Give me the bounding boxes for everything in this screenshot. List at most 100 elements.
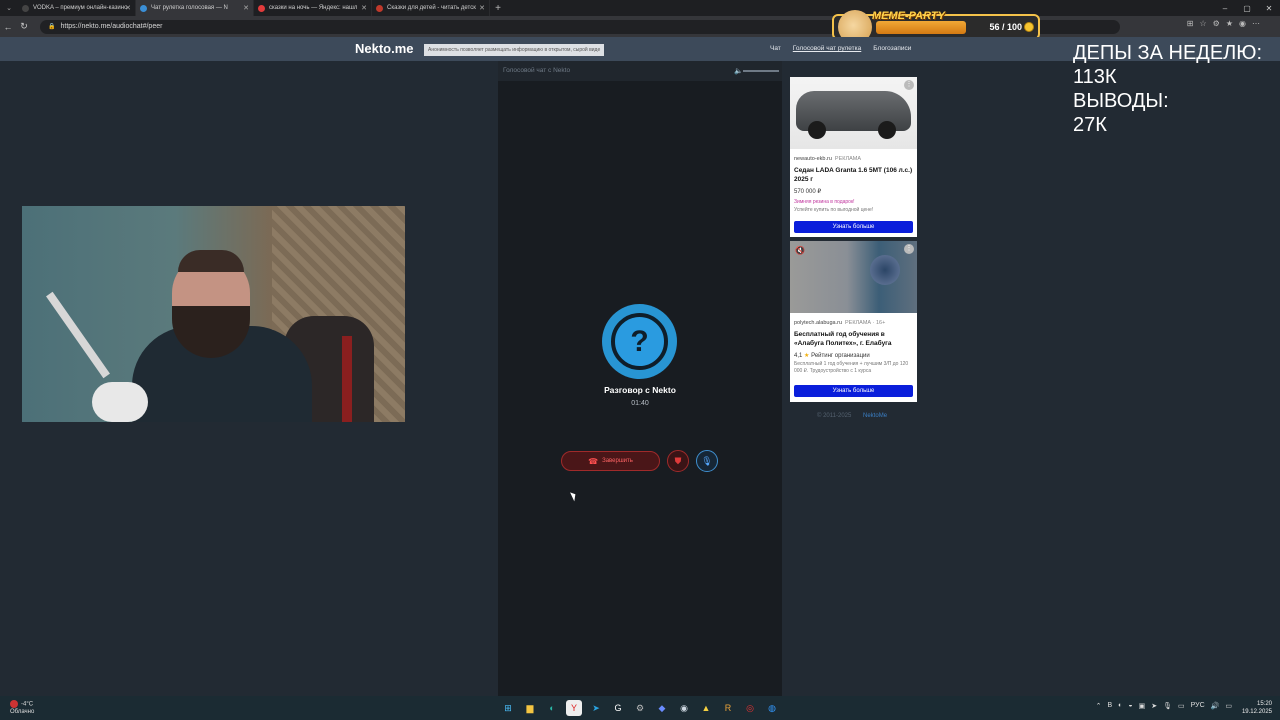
rating-label: Рейтинг организации bbox=[811, 353, 870, 359]
tab-search-icon[interactable]: ⌄ bbox=[0, 4, 18, 12]
favorites-icon[interactable]: ★ bbox=[1226, 19, 1233, 28]
tray-chevron-icon[interactable]: ⌃ bbox=[1096, 702, 1102, 710]
minimize-button[interactable]: – bbox=[1214, 0, 1236, 16]
webcam-person-hair bbox=[178, 250, 244, 272]
tray-app-icon[interactable]: ▣ bbox=[1139, 702, 1146, 710]
more-options-icon[interactable]: ⋮ bbox=[904, 244, 914, 254]
bookmark-star-icon[interactable]: ☆ bbox=[1200, 19, 1207, 28]
toolbar-icons: ⊞ ☆ ⚙ ★ ◉ ⋯ bbox=[1187, 19, 1260, 28]
app-yellow-icon[interactable]: ▲ bbox=[698, 700, 714, 716]
tab-label: Чат рулетка голосовая — N bbox=[151, 5, 228, 11]
speaker-icon[interactable]: 🔊 bbox=[1211, 702, 1220, 710]
tray-app-icon[interactable]: ➤ bbox=[1151, 702, 1157, 710]
display-icon[interactable]: ▭ bbox=[1225, 702, 1232, 710]
start-icon[interactable]: ⊞ bbox=[500, 700, 516, 716]
tray-app-icon[interactable]: ◒ bbox=[1128, 702, 1132, 710]
app-r-icon[interactable]: R bbox=[720, 700, 736, 716]
more-options-icon[interactable]: ⋮ bbox=[904, 80, 914, 90]
tab-nekto[interactable]: Чат рулетка голосовая — N ✕ bbox=[136, 0, 254, 16]
menu-item-chat[interactable]: Чат bbox=[770, 45, 781, 52]
weather-widget[interactable]: -4°C Облачно bbox=[10, 700, 34, 716]
close-icon[interactable]: ✕ bbox=[479, 4, 485, 12]
windows-taskbar: -4°C Облачно ⊞ ▆ ◐ Y ➤ G ⚙ ◆ ◉ ▲ R ◎ ◍ ⌃… bbox=[0, 696, 1280, 720]
close-icon[interactable]: ✕ bbox=[361, 4, 367, 12]
footer-link[interactable]: NektoMe bbox=[863, 413, 887, 419]
close-window-button[interactable]: ✕ bbox=[1258, 0, 1280, 16]
microphone-button[interactable]: 🎙 bbox=[696, 450, 718, 472]
voice-chat-title: Голосовой чат с Nekto bbox=[503, 67, 571, 74]
weather-temp: -4°C bbox=[21, 701, 34, 708]
meme-progress-bar bbox=[876, 21, 966, 34]
profile-icon[interactable]: ◉ bbox=[1239, 19, 1246, 28]
tray-app-icon[interactable]: B bbox=[1107, 702, 1112, 710]
ad-headline[interactable]: Седан LADA Granta 1.6 5MT (106 л.с.) 202… bbox=[794, 166, 913, 184]
settings-icon[interactable]: ⚙ bbox=[632, 700, 648, 716]
url-text: https://nekto.me/audiochat#/peer bbox=[60, 23, 163, 30]
menu-item-blog[interactable]: Блогозаписи bbox=[873, 45, 911, 52]
ad-subtext: Успейте купить по выгодной цене! bbox=[794, 207, 874, 213]
lock-icon: 🔒 bbox=[48, 24, 56, 30]
rating-value: 4,1 bbox=[794, 353, 803, 359]
deposits-label: ДЕПЫ ЗА НЕДЕЛЮ: bbox=[1073, 42, 1263, 64]
reload-icon[interactable]: ↻ bbox=[16, 21, 32, 32]
menu-item-voice-roulette[interactable]: Голосовой чат рулетка bbox=[793, 45, 861, 52]
tab-yandex[interactable]: сказки на ночь — Яндекс: нашл ✕ bbox=[254, 0, 372, 16]
yandex-browser-icon[interactable]: Y bbox=[566, 700, 582, 716]
taskbar-clock[interactable]: 15:20 19.12.2025 bbox=[1242, 700, 1272, 716]
edge-icon[interactable]: ◐ bbox=[544, 700, 560, 716]
report-shield-button[interactable]: ⛊ bbox=[667, 450, 689, 472]
withdrawals-label: ВЫВОДЫ: bbox=[1073, 90, 1169, 112]
ad-domain: polytech.alabuga.ru bbox=[794, 320, 843, 326]
app-red-icon[interactable]: ◎ bbox=[742, 700, 758, 716]
steam-icon[interactable]: ◉ bbox=[676, 700, 692, 716]
star-icon: ★ bbox=[804, 353, 810, 359]
tab-vodka[interactable]: VODKA – премиум онлайн-казино ✕ bbox=[18, 0, 136, 16]
close-icon[interactable]: ✕ bbox=[243, 4, 249, 12]
tab-favicon bbox=[258, 4, 265, 12]
voice-chat-panel: Голосовой чат с Nekto 🔈 ? Разговор с Nek… bbox=[498, 61, 782, 696]
new-tab-button[interactable]: + bbox=[490, 3, 506, 14]
ad-cta-button[interactable]: Узнать больше bbox=[794, 385, 913, 397]
browser-tab-strip: ⌄ VODKA – премиум онлайн-казино ✕ Чат ру… bbox=[0, 0, 1280, 16]
volume-icon[interactable]: 🔈 bbox=[734, 67, 743, 75]
clock-date: 19.12.2025 bbox=[1241, 709, 1272, 715]
meme-party-count: 56 / 100 bbox=[989, 22, 1022, 32]
input-language[interactable]: РУС bbox=[1191, 702, 1205, 710]
ad-card-polytech[interactable]: 🔇 ⋮ polytech.alabuga.ru РЕКЛАМА · 16+ Бе… bbox=[790, 241, 917, 402]
mute-icon[interactable]: 🔇 bbox=[795, 246, 805, 255]
taskbar-apps: ⊞ ▆ ◐ Y ➤ G ⚙ ◆ ◉ ▲ R ◎ ◍ bbox=[500, 700, 780, 716]
maximize-button[interactable]: ▢ bbox=[1236, 0, 1258, 16]
ad-card-lada[interactable]: ⋮ newauto-ekb.ru РЕКЛАМА Седан LADA Gran… bbox=[790, 77, 917, 237]
telegram-icon[interactable]: ➤ bbox=[588, 700, 604, 716]
menu-icon[interactable]: ⋯ bbox=[1252, 19, 1260, 28]
car-image bbox=[796, 91, 911, 139]
ad-cta-button[interactable]: Узнать больше bbox=[794, 221, 913, 233]
tray-app-icon[interactable]: ▭ bbox=[1178, 702, 1185, 710]
webcam-overlay bbox=[22, 206, 405, 422]
end-call-button[interactable]: ☎ Завершить bbox=[561, 451, 660, 471]
tray-mic-icon[interactable]: 🎙 bbox=[1163, 702, 1172, 710]
app-blue-icon[interactable]: ◆ bbox=[654, 700, 670, 716]
tab-favicon bbox=[22, 4, 29, 12]
volume-slider[interactable] bbox=[743, 70, 779, 72]
weather-icon bbox=[10, 700, 18, 708]
address-bar-row: ← ↻ 🔒 https://nekto.me/audiochat#/peer ⊞… bbox=[0, 16, 1280, 37]
tab-label: VODKA – премиум онлайн-казино bbox=[33, 5, 128, 11]
hangup-icon: ☎ bbox=[588, 456, 599, 466]
clock-time: 15:20 bbox=[1256, 701, 1272, 707]
close-icon[interactable]: ✕ bbox=[125, 4, 131, 12]
meme-party-title: MEME-PARTY bbox=[872, 10, 945, 22]
app-globe-icon[interactable]: ◍ bbox=[764, 700, 780, 716]
install-icon[interactable]: ⊞ bbox=[1187, 19, 1194, 28]
tab-tales[interactable]: Сказки для детей - читать детск ✕ bbox=[372, 0, 490, 16]
ad-rating: 4,1 ★ Рейтинг организации bbox=[794, 352, 913, 359]
coin-icon bbox=[1024, 22, 1034, 32]
back-icon[interactable]: ← bbox=[0, 22, 16, 32]
extensions-icon[interactable]: ⚙ bbox=[1213, 19, 1220, 28]
app-g-icon[interactable]: G bbox=[610, 700, 626, 716]
file-explorer-icon[interactable]: ▆ bbox=[522, 700, 538, 716]
site-logo[interactable]: Nekto.me bbox=[355, 41, 414, 56]
ad-image: 🔇 ⋮ bbox=[790, 241, 917, 313]
ad-headline[interactable]: Бесплатный год обучения в «Алабуга Полит… bbox=[794, 330, 913, 348]
tray-app-icon[interactable]: ◐ bbox=[1118, 702, 1122, 710]
